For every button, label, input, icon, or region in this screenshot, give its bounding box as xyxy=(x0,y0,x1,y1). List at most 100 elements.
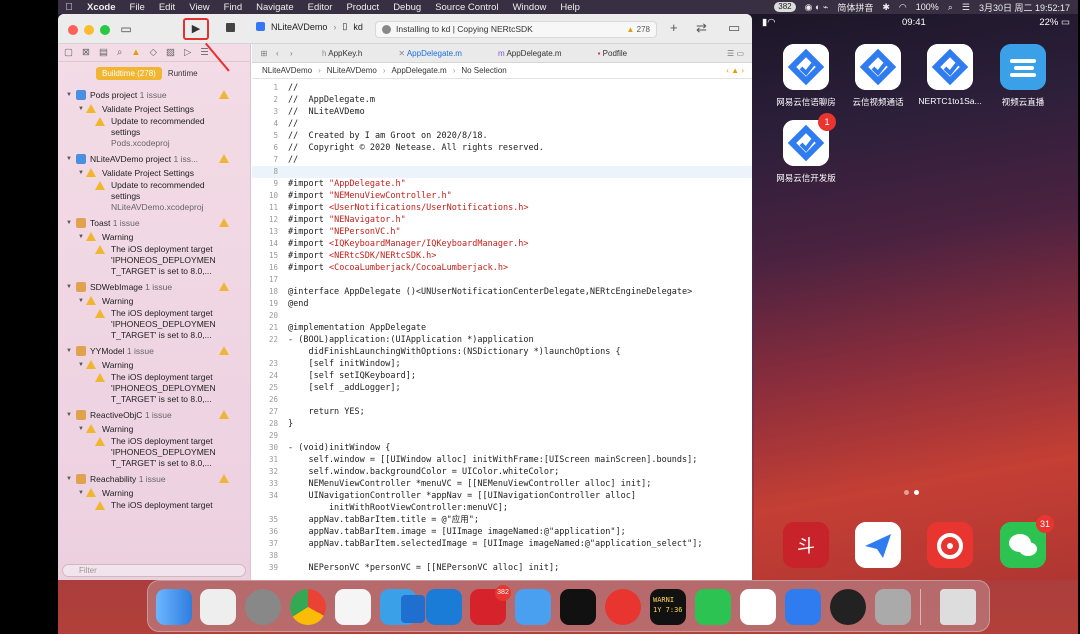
issue-category-row[interactable]: ▼ Warning xyxy=(58,422,251,436)
simulator-icon[interactable] xyxy=(785,589,821,625)
run-button[interactable]: ▶ xyxy=(183,18,209,40)
zoom-window-button[interactable] xyxy=(100,25,110,35)
wechat-dock-icon[interactable] xyxy=(695,589,731,625)
battery-level[interactable]: 100% xyxy=(916,2,939,12)
tab-buildtime[interactable]: Buildtime (278) xyxy=(96,67,162,80)
issue-message[interactable]: The iOS deployment target 'IPHONEOS_DEPLO… xyxy=(58,244,251,277)
issue-message[interactable]: The iOS deployment target 'IPHONEOS_DEPLO… xyxy=(58,308,251,341)
page-dot-active[interactable] xyxy=(914,490,919,495)
issue-category-row[interactable]: ▼ Validate Project Settings xyxy=(58,102,251,116)
search-icon[interactable]: ⌕ xyxy=(948,2,953,13)
issue-group-row[interactable]: ▼ YYModel 1 issue xyxy=(58,344,251,358)
disclosure-icon[interactable]: ▼ xyxy=(78,358,84,372)
issue-message[interactable]: The iOS deployment target 'IPHONEOS_DEPLO… xyxy=(58,372,251,405)
app-icon-video-live[interactable] xyxy=(1000,44,1046,90)
menu-app[interactable]: Xcode xyxy=(80,2,123,13)
issue-category-row[interactable]: ▼ Warning xyxy=(58,486,251,500)
disclosure-icon[interactable]: ▼ xyxy=(78,166,84,180)
code-line[interactable]: 23 [self initWindow]; xyxy=(252,358,752,370)
system-preferences-icon[interactable] xyxy=(245,589,281,625)
quicktime-icon[interactable] xyxy=(875,589,911,625)
warning-count[interactable]: ▲ 278 xyxy=(626,22,650,37)
issue-group-row[interactable]: ▼ Reachability 1 issue xyxy=(58,472,251,486)
code-line[interactable]: 31 self.window = [[UIWindow alloc] initW… xyxy=(252,454,752,466)
disclosure-icon[interactable]: ▼ xyxy=(66,280,72,294)
code-line[interactable]: 34 UINavigationController *appNav = [[UI… xyxy=(252,490,752,502)
menu-window[interactable]: Window xyxy=(506,2,554,13)
app-icon-netease-music[interactable] xyxy=(927,522,973,568)
code-line[interactable]: 4 // xyxy=(252,118,752,130)
control-center-icon[interactable]: ☰ xyxy=(962,2,970,13)
menu-edit[interactable]: Edit xyxy=(152,2,182,13)
menu-view[interactable]: View xyxy=(182,2,216,13)
app-icon-game-red[interactable]: 斗 xyxy=(783,522,829,568)
menu-debug[interactable]: Debug xyxy=(386,2,428,13)
code-line[interactable]: 13 #import "NEPersonVC.h" xyxy=(252,226,752,238)
jump-symbol[interactable]: No Selection xyxy=(461,66,506,75)
issue-warning-icon[interactable]: ▲ xyxy=(131,47,140,58)
code-line[interactable]: 39 NEPersonVC *personVC = [[NEPersonVC a… xyxy=(252,562,752,574)
code-line[interactable]: 18 @interface AppDelegate ()<UNUserNotifi… xyxy=(252,286,752,298)
pen-app-icon[interactable] xyxy=(515,589,551,625)
font-app-icon[interactable] xyxy=(335,589,371,625)
stop-button[interactable] xyxy=(226,23,235,32)
code-line[interactable]: 35 appNav.tabBarItem.title = @"应用"; xyxy=(252,514,752,526)
code-line[interactable]: 33 NEMenuViewController *menuVC = [[NEMe… xyxy=(252,478,752,490)
code-line[interactable]: 29 xyxy=(252,430,752,442)
scheme-selector[interactable]: NLiteAVDemo › ▯ kd xyxy=(256,21,363,32)
code-line[interactable]: 10 #import "NEMenuViewController.h" xyxy=(252,190,752,202)
music-icon[interactable] xyxy=(605,589,641,625)
find-icon[interactable]: ⌕ xyxy=(117,47,122,58)
issue-category-row[interactable]: ▼ Warning xyxy=(58,294,251,308)
tab-appkey[interactable]: h AppKey.h xyxy=(304,49,380,58)
app-icon-yunxin-videocall[interactable] xyxy=(855,44,901,90)
menu-product[interactable]: Product xyxy=(339,2,386,13)
disclosure-icon[interactable]: ▼ xyxy=(78,422,84,436)
sidebar-toggle-icon[interactable]: ▭ xyxy=(118,19,134,39)
code-line[interactable]: 9 #import "AppDelegate.h" xyxy=(252,178,752,190)
launchpad-icon[interactable] xyxy=(200,589,236,625)
menu-source-control[interactable]: Source Control xyxy=(428,2,505,13)
code-line[interactable]: 3 // NLiteAVDemo xyxy=(252,106,752,118)
jump-warning-icon[interactable]: ‹ ▲ › xyxy=(726,66,752,75)
disclosure-icon[interactable]: ▼ xyxy=(78,102,84,116)
issue-group-row[interactable]: ▼ NLiteAVDemo project 1 iss... xyxy=(58,152,251,166)
code-line[interactable]: 2 // AppDelegate.m xyxy=(252,94,752,106)
jump-file[interactable]: AppDelegate.m xyxy=(392,66,447,75)
menu-help[interactable]: Help xyxy=(553,2,587,13)
code-line[interactable]: 37 appNav.tabBarItem.selectedImage = [UI… xyxy=(252,538,752,550)
report-icon[interactable]: ☰ xyxy=(200,47,209,58)
code-line[interactable]: 1 // xyxy=(252,82,752,94)
issue-group-row[interactable]: ▼ Pods project 1 issue xyxy=(58,88,251,102)
code-line[interactable]: 19 @end xyxy=(252,298,752,310)
issue-group-row[interactable]: ▼ ReactiveObjC 1 issue xyxy=(58,408,251,422)
breakpoint-icon[interactable]: ▷ xyxy=(184,47,191,58)
source-control-icon[interactable]: ⊠ xyxy=(82,47,90,58)
console-icon[interactable]: WARNI 1Y 7:36 xyxy=(650,589,686,625)
netease-status-pill[interactable]: 382 xyxy=(774,2,796,12)
app-icon-paper-plane[interactable] xyxy=(855,522,901,568)
issue-category-row[interactable]: ▼ Warning xyxy=(58,358,251,372)
tab-appdelegate-active[interactable]: ✕ AppDelegate.m xyxy=(380,49,480,58)
jump-project[interactable]: NLiteAVDemo xyxy=(262,66,312,75)
code-line[interactable]: 24 [self setIQKeyboard]; xyxy=(252,370,752,382)
code-line[interactable]: 22 - (BOOL)application:(UIApplication *)a… xyxy=(252,334,752,346)
wifi-icon[interactable]: ◠ xyxy=(899,2,907,13)
menu-editor[interactable]: Editor xyxy=(301,2,340,13)
code-line[interactable]: 14 #import <IQKeyboardManager/IQKeyboardM… xyxy=(252,238,752,250)
code-line[interactable]: 20 xyxy=(252,310,752,322)
apple-icon[interactable]:  xyxy=(58,2,80,13)
clock[interactable]: 3月30日 周二 19:52:17 xyxy=(979,1,1070,14)
chrome-icon[interactable] xyxy=(290,589,326,625)
code-line[interactable]: 30 - (void)initWindow { xyxy=(252,442,752,454)
vscode-icon[interactable] xyxy=(426,589,462,625)
issue-message[interactable]: Update to recommended settings Pods.xcodep… xyxy=(58,116,251,149)
disclosure-icon[interactable]: ▼ xyxy=(66,88,72,102)
code-line[interactable]: 17 xyxy=(252,274,752,286)
app-icon-yunxin-voiceroom[interactable] xyxy=(783,44,829,90)
xcode-icon[interactable] xyxy=(401,595,425,623)
code-line[interactable]: 15 #import <NERtcSDK/NERtcSDK.h> xyxy=(252,250,752,262)
minimize-window-button[interactable] xyxy=(84,25,94,35)
code-line[interactable]: 38 xyxy=(252,550,752,562)
disclosure-icon[interactable]: ▼ xyxy=(78,230,84,244)
